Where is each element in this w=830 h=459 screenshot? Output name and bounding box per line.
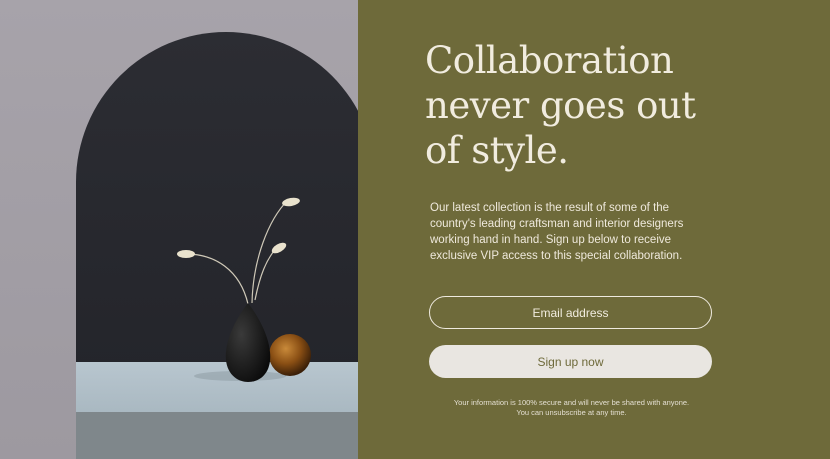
intro-text: Our latest collection is the result of s… (430, 202, 684, 262)
signup-panel: Collaboration never goes out of style. O… (358, 0, 830, 459)
headline: Collaboration never goes out of style. (425, 39, 696, 172)
disclaimer-line-1: Your information is 100% secure and will… (453, 398, 690, 407)
privacy-disclaimer: Your information is 100% secure and will… (430, 398, 713, 418)
signup-page: Collaboration never goes out of style. O… (0, 0, 830, 459)
table-front (76, 412, 358, 459)
sign-up-button[interactable]: Sign up now (429, 345, 712, 378)
email-field[interactable] (429, 296, 712, 329)
hero-photo (0, 0, 358, 459)
vase-illustration (177, 197, 311, 382)
disclaimer-line-2: You can unsubscribe at any time. (516, 408, 627, 417)
